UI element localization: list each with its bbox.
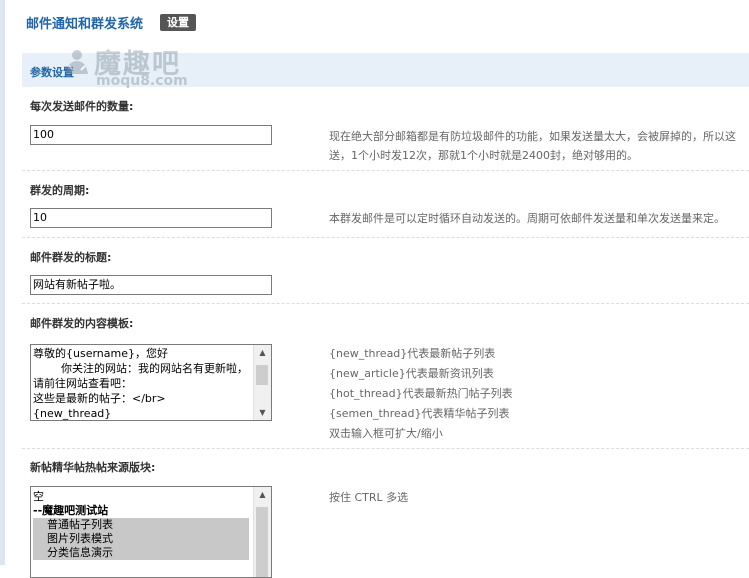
template-textarea[interactable]: 尊敬的{username}，您好 你关注的网站：我的网站名有更新啦，请前往网站查… (30, 344, 272, 421)
cycle-input[interactable] (30, 208, 272, 228)
divider (22, 237, 749, 238)
template-scrollbar[interactable]: ▲ ▼ (253, 345, 271, 420)
forums-scrollbar[interactable]: ▲ (253, 487, 271, 577)
settings-button[interactable]: 设置 (160, 13, 197, 31)
divider (22, 448, 749, 449)
divider (22, 303, 749, 304)
forum-option[interactable]: 普通帖子列表 (33, 518, 249, 532)
left-rail (0, 0, 5, 565)
source-forums-tip: 按住 CTRL 多选 (329, 491, 409, 504)
per-send-label: 每次发送邮件的数量: (30, 100, 134, 113)
template-tip: {hot_thread}代表最新热门帖子列表 (329, 387, 513, 400)
cycle-tip: 本群发邮件是可以定时循环自动发送的。周期可依邮件发送量和单次发送量来定。 (329, 212, 725, 225)
template-tip: {new_article}代表最新资讯列表 (329, 367, 494, 380)
template-tip: {new_thread}代表最新帖子列表 (329, 347, 496, 360)
subject-input[interactable] (30, 275, 272, 295)
scroll-up-arrow-icon[interactable]: ▲ (254, 487, 271, 502)
scroll-down-arrow-icon[interactable]: ▼ (254, 405, 271, 420)
divider (22, 170, 749, 171)
per-send-input[interactable] (30, 125, 272, 145)
scroll-up-arrow-icon[interactable]: ▲ (254, 345, 271, 360)
source-forums-label: 新帖精华帖热帖来源版块: (30, 461, 156, 474)
page-header: 邮件通知和群发系统 设置 (26, 12, 197, 32)
forum-option[interactable]: --魔趣吧测试站 (33, 504, 249, 518)
per-send-tip-line2: 送，1个小时发12次，那就1个小时就是2400封，绝对够用的。 (329, 149, 638, 162)
watermark-logo-icon (66, 50, 88, 74)
watermark: 魔趣吧 moqu8.com (62, 44, 212, 94)
scroll-thumb[interactable] (256, 365, 268, 385)
scroll-thumb[interactable] (256, 507, 268, 577)
forum-option[interactable]: 分类信息演示 (33, 546, 249, 560)
app-title: 邮件通知和群发系统 (26, 16, 144, 32)
template-tip: {semen_thread}代表精华帖子列表 (329, 407, 510, 420)
per-send-tip-line1: 现在绝大部分邮箱都是有防垃圾邮件的功能，如果发送量太大，会被屏掉的，所以这 (329, 130, 736, 143)
cycle-label: 群发的周期: (30, 184, 90, 197)
template-tip: 双击输入框可扩大/缩小 (329, 427, 443, 440)
forum-option[interactable]: 空 (33, 490, 249, 504)
subject-label: 邮件群发的标题: (30, 251, 112, 264)
watermark-url: moqu8.com (96, 73, 188, 89)
forum-option[interactable]: 图片列表模式 (33, 532, 249, 546)
template-label: 邮件群发的内容模板: (30, 317, 134, 330)
source-forums-select[interactable]: 空 --魔趣吧测试站 普通帖子列表 图片列表模式 分类信息演示 ▲ (30, 486, 272, 578)
template-textarea-content: 尊敬的{username}，您好 你关注的网站：我的网站名有更新啦，请前往网站查… (33, 347, 248, 420)
